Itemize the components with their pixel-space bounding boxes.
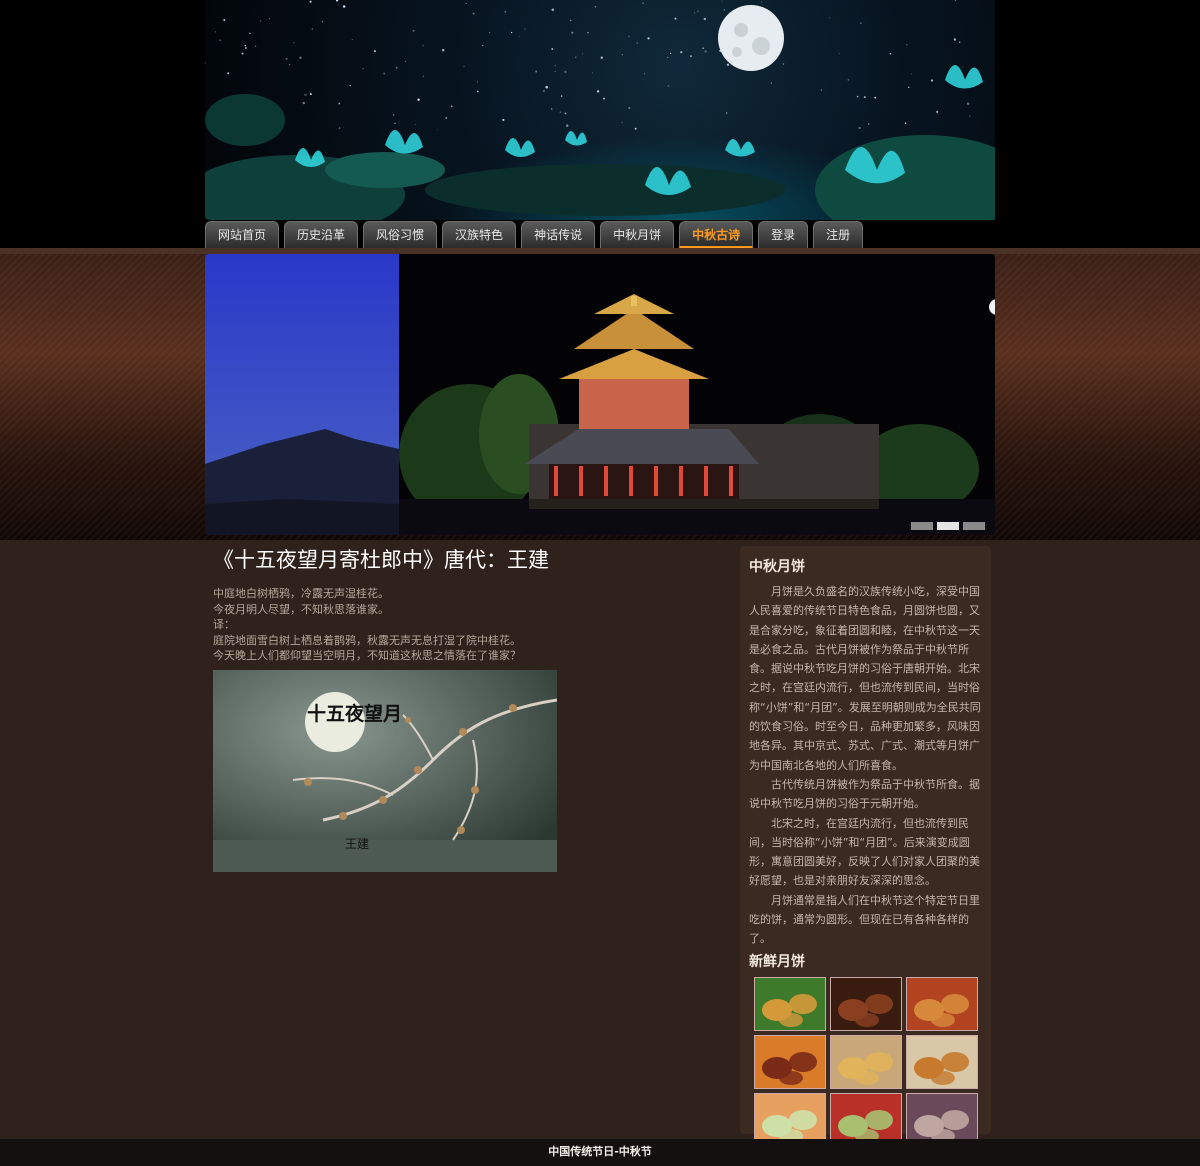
sidebar-paragraph: 月饼是久负盛名的汉族传统小吃，深受中国人民喜爱的传统节日特色食品，月圆饼也圆，又… [749, 585, 981, 772]
footer: 中国传统节日-中秋节 [0, 1139, 1200, 1166]
slider-dot[interactable] [963, 522, 985, 530]
mooncake-thumbnail[interactable] [906, 976, 978, 1031]
nav-tab-login[interactable]: 登录 [758, 221, 809, 248]
slider-pagination [911, 522, 985, 530]
poem-image-author: 王建 [345, 837, 369, 851]
sidebar-paragraph: 月饼通常是指人们在中秋节这个特定节日里吃的饼，通常为圆形。但现在已有各种各样的了… [749, 893, 980, 946]
nav-tab-legends[interactable]: 神话传说 [521, 221, 596, 248]
slide-palace-night-image [399, 254, 995, 535]
slide-mountain-image [205, 254, 399, 535]
header-banner-image [205, 0, 995, 220]
page-title: 《十五夜望月寄杜郎中》唐代：王建 [213, 548, 549, 572]
poem-line: 今天晚上人们都仰望当空明月，不知道这秋思之情落在了谁家？ [213, 649, 521, 662]
image-slider [205, 254, 995, 535]
sidebar: 中秋月饼 月饼是久负盛名的汉族传统小吃，深受中国人民喜爱的传统节日特色食品，月圆… [740, 546, 991, 1147]
mooncake-gallery [754, 976, 982, 1147]
poem-article: 《十五夜望月寄杜郎中》唐代：王建 中庭地白树栖鸦，冷露无声湿桂花。 今夜月明人尽… [213, 545, 733, 872]
poem-line: 庭院地面雪白树上栖息着鹊鸦，秋露无声无息打湿了院中桂花。 [213, 633, 521, 647]
nav-tab-mooncakes[interactable]: 中秋月饼 [600, 221, 675, 248]
mooncake-thumbnail[interactable] [754, 976, 826, 1031]
main-navigation: 网站首页 历史沿革 风俗习惯 汉族特色 神话传说 中秋月饼 中秋古诗 登录 注册 [205, 221, 864, 248]
nav-tab-register[interactable]: 注册 [813, 221, 864, 248]
sidebar-heading-fresh: 新鲜月饼 [749, 953, 805, 970]
lotus-night-scene-image [205, 0, 995, 220]
mooncake-thumbnail[interactable] [830, 1034, 902, 1089]
mooncake-thumbnail[interactable] [754, 1034, 826, 1089]
poem-line: 译： [213, 618, 235, 631]
slider-dot[interactable] [937, 522, 959, 530]
nav-tab-han-features[interactable]: 汉族特色 [442, 221, 517, 248]
mooncake-thumbnail[interactable] [830, 976, 902, 1031]
nav-tab-customs[interactable]: 风俗习惯 [363, 221, 438, 248]
poem-line: 中庭地白树栖鸦，冷露无声湿桂花。 [213, 587, 389, 600]
sidebar-paragraph: 古代传统月饼被作为祭品于中秋节所食。据说中秋节吃月饼的习俗于元朝开始。 [749, 777, 980, 811]
slider-dot[interactable] [911, 522, 933, 530]
nav-tab-poems[interactable]: 中秋古诗 [679, 221, 754, 248]
sidebar-heading-mooncake: 中秋月饼 [749, 559, 805, 575]
mooncake-thumbnail[interactable] [906, 1034, 978, 1089]
sidebar-paragraph: 北宋之时，在宫廷内流行，但也流传到民间，当时俗称“小饼”和“月团”。后来演变成圆… [749, 816, 980, 888]
poem-illustration-image: 十五夜望月 王建 [213, 669, 557, 872]
nav-tab-home[interactable]: 网站首页 [205, 221, 280, 248]
poem-line: 今夜月明人尽望，不知秋思落谁家。 [213, 602, 389, 616]
nav-tab-history[interactable]: 历史沿革 [284, 221, 359, 248]
poem-image-caption: 十五夜望月 [307, 702, 402, 725]
poem-text: 中庭地白树栖鸦，冷露无声湿桂花。 今夜月明人尽望，不知秋思落谁家。 译： 庭院地… [213, 586, 733, 664]
